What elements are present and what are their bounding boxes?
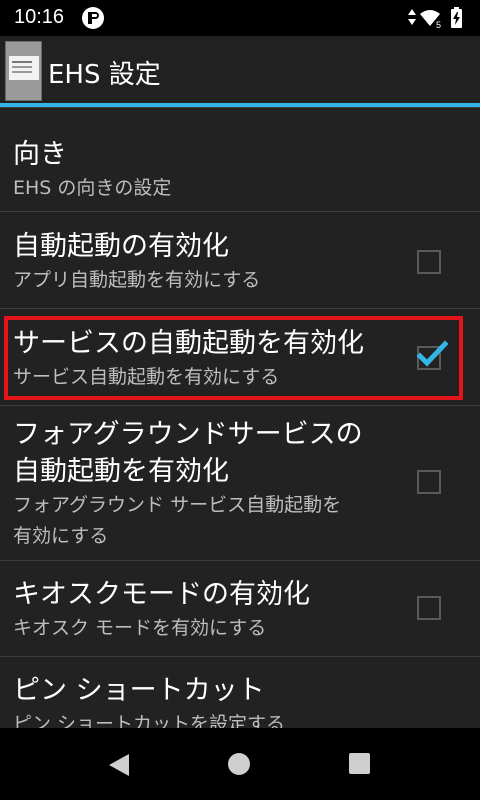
battery-icon [451,7,462,28]
setting-app-autostart[interactable]: 自動起動の有効化 アプリ自動起動を有効にする [0,212,480,308]
back-triangle-icon[interactable] [107,753,131,777]
kiosk-mode-checkbox[interactable] [417,596,441,620]
status-time: 10:16 [14,6,65,28]
settings-list[interactable]: 向き EHS の向きの設定 自動起動の有効化 アプリ自動起動を有効にする サービ… [0,107,480,728]
setting-title-line1: フォアグラウンドサービスの [13,419,363,450]
app-icon[interactable] [5,41,42,101]
setting-summary: アプリ自動起動を有効にする [13,269,261,291]
setting-title: サービスの自動起動を有効化 [13,328,364,359]
setting-summary: ピン ショートカットを設定する [13,713,286,728]
setting-foreground-service-autostart[interactable]: フォアグラウンドサービスの 自動起動を有効化 フォアグラウンド サービス自動起動… [0,406,480,560]
setting-summary: サービス自動起動を有効にする [13,366,280,388]
app-autostart-checkbox[interactable] [417,250,441,274]
setting-summary-line1: フォアグラウンド サービス自動起動を [13,494,342,516]
action-bar: EHS 設定 [0,36,480,104]
status-icons: 5 [406,6,470,30]
setting-summary-line2: 有効にする [13,525,109,547]
setting-summary: EHS の向きの設定 [13,177,172,199]
checkmark-icon [416,340,449,367]
setting-orientation[interactable]: 向き EHS の向きの設定 [0,115,480,211]
screen: 10:16 5 EHS 設定 向き EHS の向きの設定 自動起動の有効化 アプ… [0,0,480,800]
setting-summary: キオスク モードを有効にする [13,617,267,639]
setting-service-autostart[interactable]: サービスの自動起動を有効化 サービス自動起動を有効にする [0,309,480,405]
navigation-bar [0,728,480,800]
page-title: EHS 設定 [48,60,161,90]
wifi-label-icon: 5 [436,20,441,30]
foreground-service-autostart-checkbox[interactable] [417,470,441,494]
setting-pin-shortcut[interactable]: ピン ショートカット ピン ショートカットを設定する [0,657,480,728]
data-arrows-icon [408,9,416,25]
notification-app-icon [82,7,104,29]
status-bar: 10:16 5 [0,0,480,36]
setting-title: キオスクモードの有効化 [13,579,310,610]
divider [0,107,480,108]
recents-square-icon[interactable] [349,753,370,774]
setting-title: 自動起動の有効化 [13,231,229,262]
service-autostart-checkbox[interactable] [416,340,449,370]
setting-title: ピン ショートカット [13,675,265,706]
setting-title: 向き [13,139,67,170]
setting-kiosk-mode[interactable]: キオスクモードの有効化 キオスク モードを有効にする [0,561,480,656]
setting-title-line2: 自動起動を有効化 [13,456,229,487]
home-circle-icon[interactable] [228,753,250,775]
